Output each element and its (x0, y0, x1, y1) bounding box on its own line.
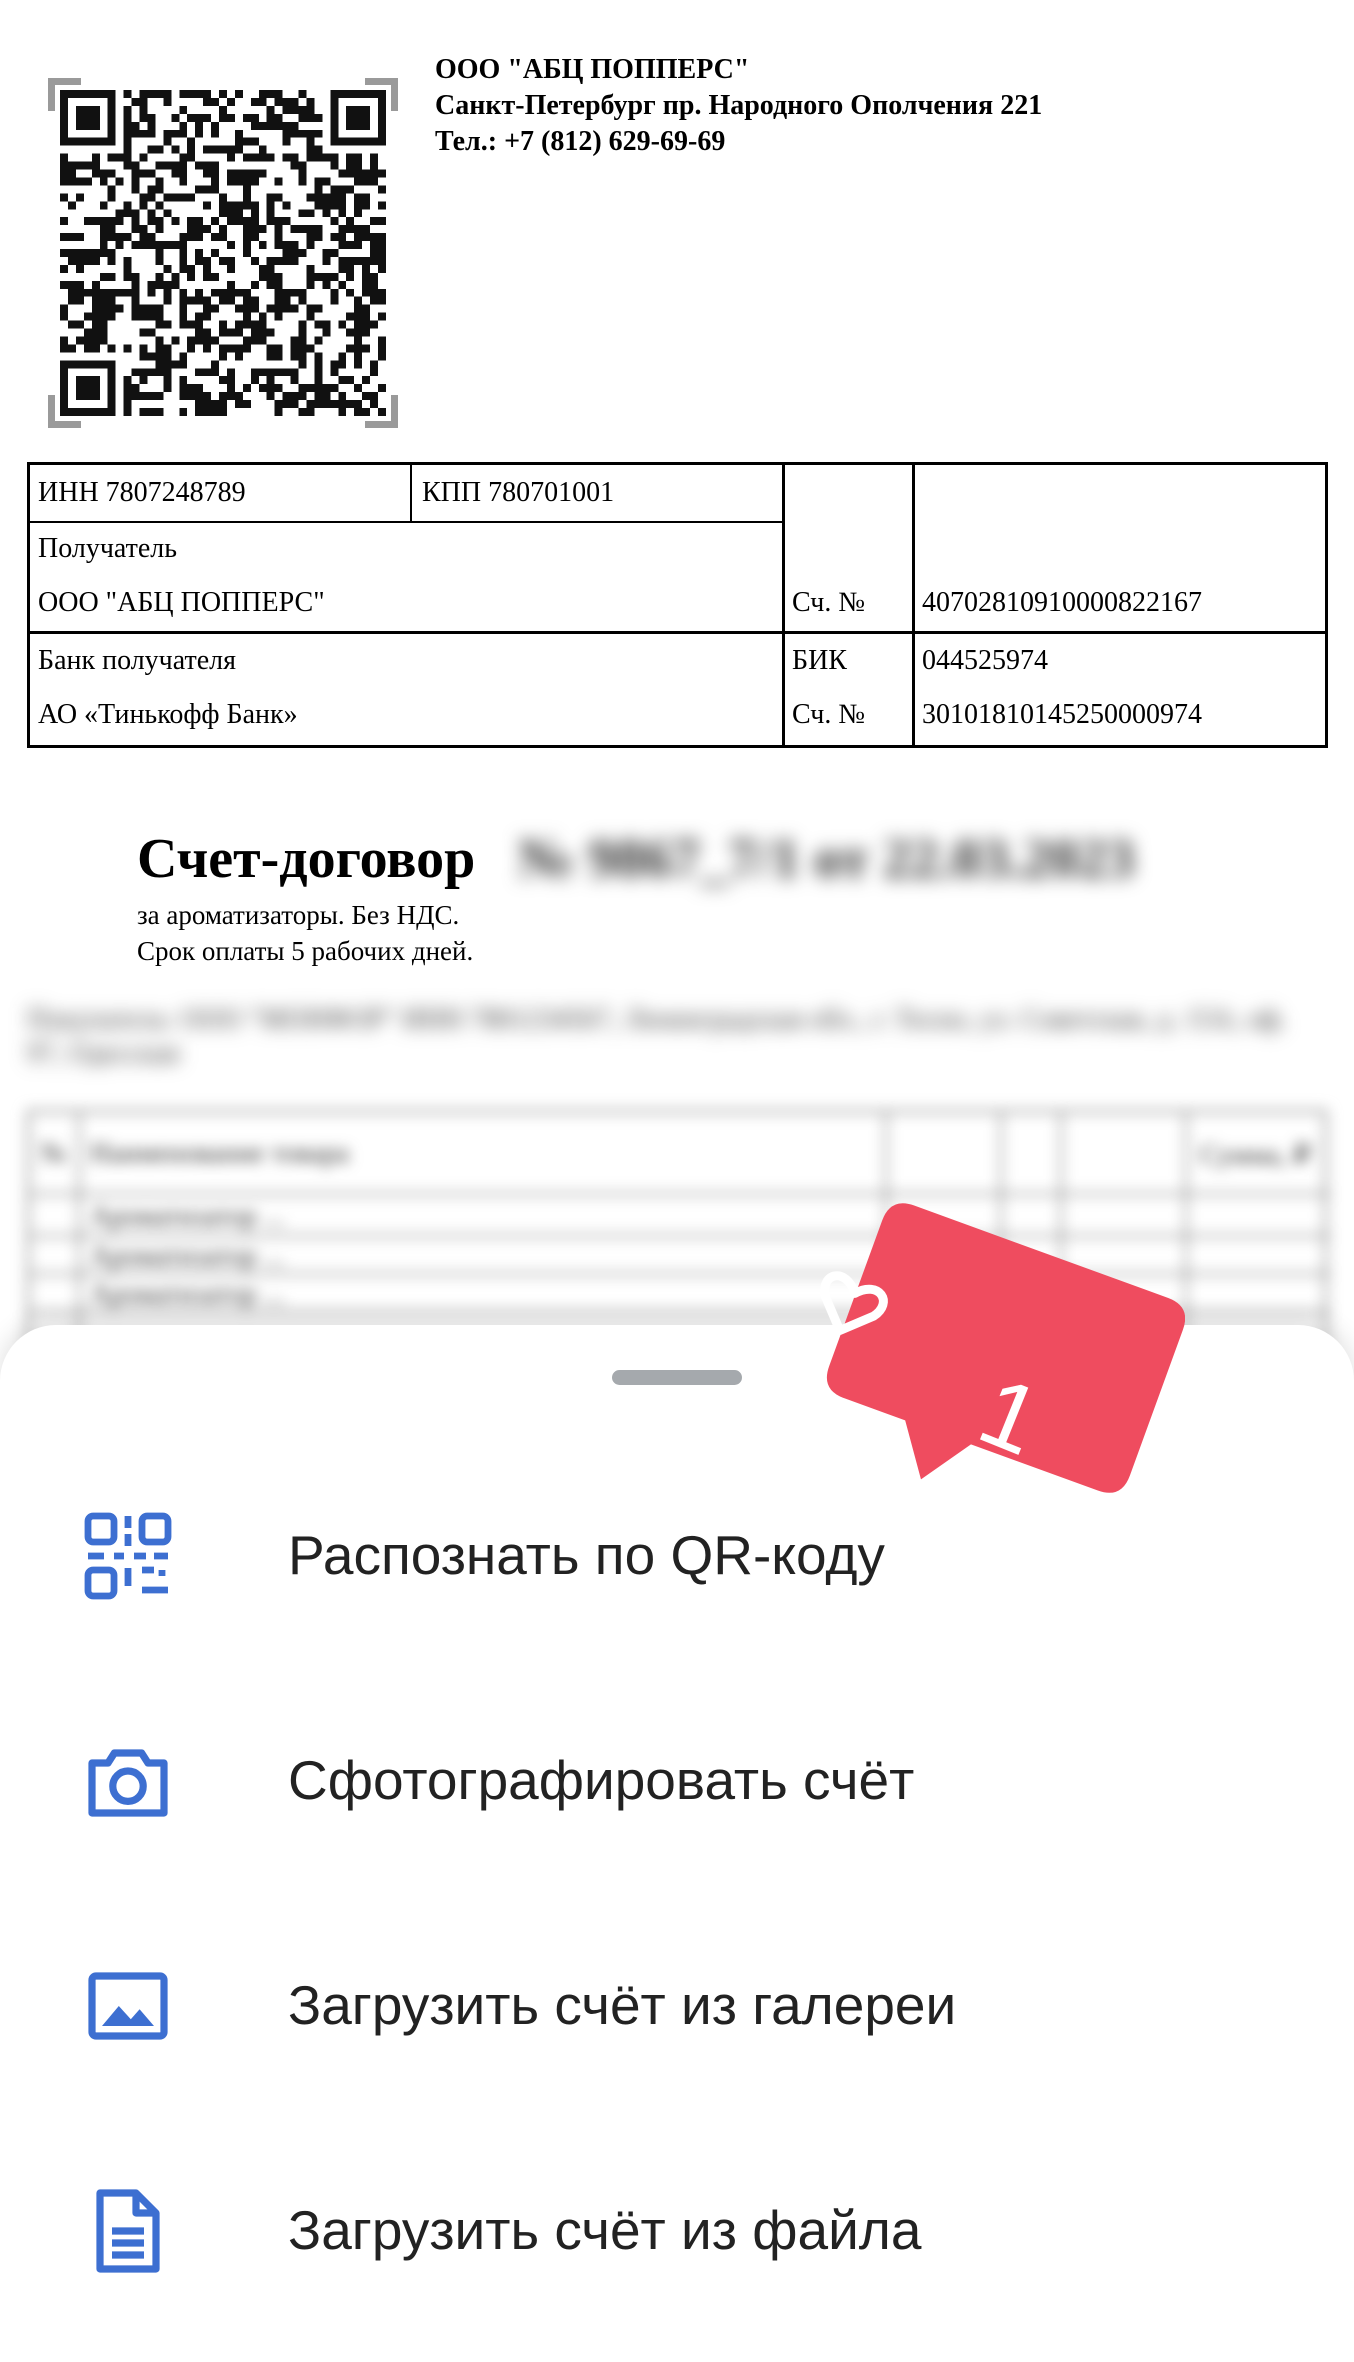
inn: ИНН 7807248789 (38, 477, 246, 508)
qr-code-image (60, 90, 386, 416)
company-name: ООО "АБЦ ПОППЕРС" (435, 54, 750, 85)
invoice-number-blurred: № 9867_7/1 от 22.03.2023 (518, 828, 1135, 890)
company-phone: Тел.: +7 (812) 629-69-69 (435, 126, 726, 157)
buyer-info-blurred: Покупатель: ООО "МОНФОР" ИНН 7801234567,… (27, 1004, 1287, 1069)
qr-scan-icon (84, 1512, 172, 1600)
bank-label: Банк получателя (38, 645, 236, 676)
corr-account: 30101810145250000974 (922, 699, 1202, 730)
bank-name: АО «Тинькофф Банк» (38, 699, 298, 730)
invoice-title: Счет-договор (137, 828, 476, 890)
like-notification-badge (820, 1203, 1185, 1493)
account-number: 40702810910000822167 (922, 587, 1202, 618)
camera-icon (88, 1749, 168, 1817)
recipient-label: Получатель (38, 533, 178, 564)
kpp: КПП 780701001 (422, 477, 615, 508)
bik: 044525974 (922, 645, 1048, 676)
company-address: Санкт-Петербург пр. Народного Ополчения … (435, 90, 1043, 121)
bank-details-table: ИНН 7807248789 КПП 780701001 Получатель … (27, 462, 1328, 748)
payment-term: Срок оплаты 5 рабочих дней. (137, 936, 474, 966)
bik-label: БИК (792, 645, 847, 676)
menu-label-upload-file: Загрузить счёт из файла (288, 2199, 922, 2261)
account-label: Сч. № (792, 587, 866, 618)
gallery-icon (88, 1972, 168, 2040)
menu-item-upload-gallery[interactable]: Загрузить счёт из галереи (0, 1900, 1354, 2120)
recipient-name: ООО "АБЦ ПОППЕРС" (38, 587, 325, 618)
company-header: ООО "АБЦ ПОППЕРС" Санкт-Петербург пр. На… (435, 52, 1042, 160)
qr-code-frame (48, 78, 398, 428)
menu-label-upload-gallery: Загрузить счёт из галереи (288, 1974, 957, 2036)
menu-label-take-photo: Сфотографировать счёт (288, 1749, 915, 1811)
drag-handle[interactable] (612, 1370, 742, 1385)
menu-item-upload-file[interactable]: Загрузить счёт из файла (0, 2125, 1354, 2345)
corr-account-label: Сч. № (792, 699, 866, 730)
invoice-purpose: за ароматизаторы. Без НДС. (137, 900, 460, 930)
file-icon (96, 2189, 160, 2273)
menu-item-take-photo[interactable]: Сфотографировать счёт (0, 1675, 1354, 1895)
